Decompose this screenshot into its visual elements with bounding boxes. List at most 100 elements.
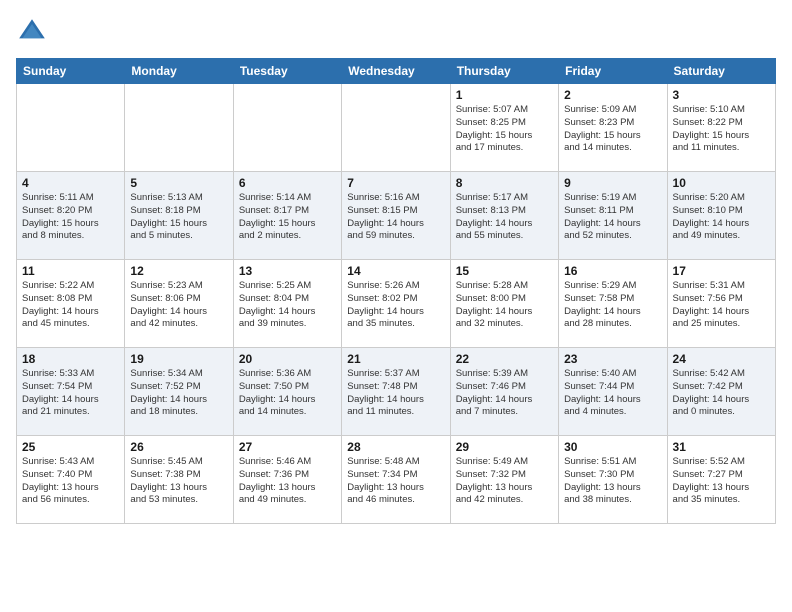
day-number: 9 — [564, 176, 661, 190]
day-info: Sunrise: 5:37 AM Sunset: 7:48 PM Dayligh… — [347, 368, 444, 419]
calendar-cell: 21 Sunrise: 5:37 AM Sunset: 7:48 PM Dayli… — [342, 348, 450, 436]
day-number: 14 — [347, 264, 444, 278]
day-info: Sunrise: 5:10 AM Sunset: 8:22 PM Dayligh… — [673, 104, 770, 155]
day-number: 28 — [347, 440, 444, 454]
calendar-cell: 4Sunrise: 5:11 AM Sunset: 8:20 PM Daylig… — [17, 172, 125, 260]
day-info: Sunrise: 5:40 AM Sunset: 7:44 PM Dayligh… — [564, 368, 661, 419]
day-info: Sunrise: 5:29 AM Sunset: 7:58 PM Dayligh… — [564, 280, 661, 331]
day-number: 26 — [130, 440, 227, 454]
day-info: Sunrise: 5:42 AM Sunset: 7:42 PM Dayligh… — [673, 368, 770, 419]
day-number: 30 — [564, 440, 661, 454]
day-number: 19 — [130, 352, 227, 366]
day-info: Sunrise: 5:52 AM Sunset: 7:27 PM Dayligh… — [673, 456, 770, 507]
calendar-week-row: 4Sunrise: 5:11 AM Sunset: 8:20 PM Daylig… — [17, 172, 776, 260]
calendar-cell: 2 Sunrise: 5:09 AM Sunset: 8:23 PM Daylig… — [559, 84, 667, 172]
day-number: 16 — [564, 264, 661, 278]
day-info: Sunrise: 5:16 AM Sunset: 8:15 PM Dayligh… — [347, 192, 444, 243]
day-info: Sunrise: 5:33 AM Sunset: 7:54 PM Dayligh… — [22, 368, 119, 419]
day-info: Sunrise: 5:31 AM Sunset: 7:56 PM Dayligh… — [673, 280, 770, 331]
calendar-cell: 18 Sunrise: 5:33 AM Sunset: 7:54 PM Dayli… — [17, 348, 125, 436]
calendar-cell — [125, 84, 233, 172]
day-number: 29 — [456, 440, 553, 454]
day-info: Sunrise: 5:23 AM Sunset: 8:06 PM Dayligh… — [130, 280, 227, 331]
page-header — [16, 16, 776, 48]
calendar-cell: 14 Sunrise: 5:26 AM Sunset: 8:02 PM Dayli… — [342, 260, 450, 348]
calendar-cell: 22 Sunrise: 5:39 AM Sunset: 7:46 PM Dayli… — [450, 348, 558, 436]
day-info: Sunrise: 5:48 AM Sunset: 7:34 PM Dayligh… — [347, 456, 444, 507]
calendar-cell: 9 Sunrise: 5:19 AM Sunset: 8:11 PM Daylig… — [559, 172, 667, 260]
day-number: 22 — [456, 352, 553, 366]
calendar-cell: 6Sunrise: 5:14 AM Sunset: 8:17 PM Daylig… — [233, 172, 341, 260]
calendar-week-row: 1Sunrise: 5:07 AM Sunset: 8:25 PM Daylig… — [17, 84, 776, 172]
day-number: 12 — [130, 264, 227, 278]
day-info: Sunrise: 5:20 AM Sunset: 8:10 PM Dayligh… — [673, 192, 770, 243]
day-number: 18 — [22, 352, 119, 366]
calendar-cell: 29 Sunrise: 5:49 AM Sunset: 7:32 PM Dayli… — [450, 436, 558, 524]
day-of-week-header: Tuesday — [233, 59, 341, 84]
day-number: 5 — [130, 176, 227, 190]
calendar-cell: 16 Sunrise: 5:29 AM Sunset: 7:58 PM Dayli… — [559, 260, 667, 348]
day-number: 6 — [239, 176, 336, 190]
day-info: Sunrise: 5:13 AM Sunset: 8:18 PM Dayligh… — [130, 192, 227, 243]
calendar-table: SundayMondayTuesdayWednesdayThursdayFrid… — [16, 58, 776, 524]
calendar-week-row: 11Sunrise: 5:22 AM Sunset: 8:08 PM Dayli… — [17, 260, 776, 348]
calendar-cell — [342, 84, 450, 172]
day-of-week-header: Saturday — [667, 59, 775, 84]
day-info: Sunrise: 5:43 AM Sunset: 7:40 PM Dayligh… — [22, 456, 119, 507]
calendar-cell: 27Sunrise: 5:46 AM Sunset: 7:36 PM Dayli… — [233, 436, 341, 524]
logo — [16, 16, 52, 48]
day-number: 13 — [239, 264, 336, 278]
calendar-cell: 20 Sunrise: 5:36 AM Sunset: 7:50 PM Dayli… — [233, 348, 341, 436]
day-number: 10 — [673, 176, 770, 190]
day-of-week-header: Friday — [559, 59, 667, 84]
calendar-cell: 23 Sunrise: 5:40 AM Sunset: 7:44 PM Dayli… — [559, 348, 667, 436]
day-info: Sunrise: 5:28 AM Sunset: 8:00 PM Dayligh… — [456, 280, 553, 331]
calendar-cell: 12 Sunrise: 5:23 AM Sunset: 8:06 PM Dayli… — [125, 260, 233, 348]
day-info: Sunrise: 5:34 AM Sunset: 7:52 PM Dayligh… — [130, 368, 227, 419]
day-number: 25 — [22, 440, 119, 454]
day-number: 17 — [673, 264, 770, 278]
day-info: Sunrise: 5:36 AM Sunset: 7:50 PM Dayligh… — [239, 368, 336, 419]
calendar-header-row: SundayMondayTuesdayWednesdayThursdayFrid… — [17, 59, 776, 84]
day-number: 15 — [456, 264, 553, 278]
day-info: Sunrise: 5:46 AM Sunset: 7:36 PM Dayligh… — [239, 456, 336, 507]
calendar-cell: 11Sunrise: 5:22 AM Sunset: 8:08 PM Dayli… — [17, 260, 125, 348]
calendar-cell: 24 Sunrise: 5:42 AM Sunset: 7:42 PM Dayli… — [667, 348, 775, 436]
calendar-cell: 28 Sunrise: 5:48 AM Sunset: 7:34 PM Dayli… — [342, 436, 450, 524]
day-number: 21 — [347, 352, 444, 366]
day-info: Sunrise: 5:17 AM Sunset: 8:13 PM Dayligh… — [456, 192, 553, 243]
calendar-cell: 19 Sunrise: 5:34 AM Sunset: 7:52 PM Dayli… — [125, 348, 233, 436]
day-number: 3 — [673, 88, 770, 102]
day-number: 2 — [564, 88, 661, 102]
calendar-cell: 17 Sunrise: 5:31 AM Sunset: 7:56 PM Dayli… — [667, 260, 775, 348]
day-number: 24 — [673, 352, 770, 366]
day-info: Sunrise: 5:19 AM Sunset: 8:11 PM Dayligh… — [564, 192, 661, 243]
day-number: 20 — [239, 352, 336, 366]
day-of-week-header: Monday — [125, 59, 233, 84]
day-info: Sunrise: 5:11 AM Sunset: 8:20 PM Dayligh… — [22, 192, 119, 243]
day-number: 23 — [564, 352, 661, 366]
day-info: Sunrise: 5:45 AM Sunset: 7:38 PM Dayligh… — [130, 456, 227, 507]
day-info: Sunrise: 5:39 AM Sunset: 7:46 PM Dayligh… — [456, 368, 553, 419]
day-info: Sunrise: 5:22 AM Sunset: 8:08 PM Dayligh… — [22, 280, 119, 331]
calendar-cell: 7 Sunrise: 5:16 AM Sunset: 8:15 PM Daylig… — [342, 172, 450, 260]
calendar-week-row: 18 Sunrise: 5:33 AM Sunset: 7:54 PM Dayli… — [17, 348, 776, 436]
day-info: Sunrise: 5:09 AM Sunset: 8:23 PM Dayligh… — [564, 104, 661, 155]
day-of-week-header: Thursday — [450, 59, 558, 84]
day-number: 1 — [456, 88, 553, 102]
day-number: 7 — [347, 176, 444, 190]
calendar-cell: 15 Sunrise: 5:28 AM Sunset: 8:00 PM Dayli… — [450, 260, 558, 348]
calendar-cell: 3 Sunrise: 5:10 AM Sunset: 8:22 PM Daylig… — [667, 84, 775, 172]
day-info: Sunrise: 5:25 AM Sunset: 8:04 PM Dayligh… — [239, 280, 336, 331]
calendar-cell: 26 Sunrise: 5:45 AM Sunset: 7:38 PM Dayli… — [125, 436, 233, 524]
day-number: 8 — [456, 176, 553, 190]
day-info: Sunrise: 5:26 AM Sunset: 8:02 PM Dayligh… — [347, 280, 444, 331]
calendar-cell — [233, 84, 341, 172]
calendar-cell: 25 Sunrise: 5:43 AM Sunset: 7:40 PM Dayli… — [17, 436, 125, 524]
calendar-cell: 1Sunrise: 5:07 AM Sunset: 8:25 PM Daylig… — [450, 84, 558, 172]
day-number: 31 — [673, 440, 770, 454]
calendar-cell: 30Sunrise: 5:51 AM Sunset: 7:30 PM Dayli… — [559, 436, 667, 524]
day-info: Sunrise: 5:49 AM Sunset: 7:32 PM Dayligh… — [456, 456, 553, 507]
day-of-week-header: Sunday — [17, 59, 125, 84]
logo-icon — [16, 16, 48, 48]
